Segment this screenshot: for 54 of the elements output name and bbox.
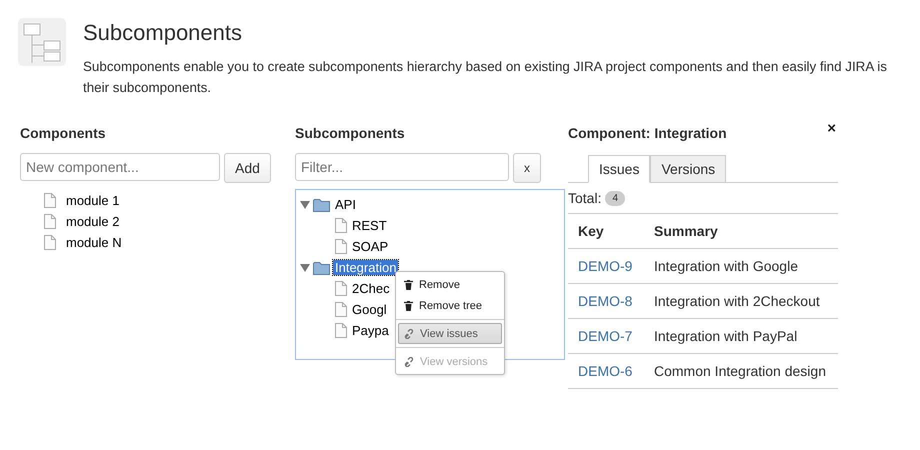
tab[interactable]: Versions	[650, 155, 726, 183]
clear-filter-button[interactable]: x	[513, 153, 541, 183]
tree-item[interactable]: Paypa	[350, 323, 391, 338]
issue-key-link[interactable]: DEMO-6	[568, 363, 644, 379]
filter-field[interactable]: Filter...	[295, 153, 509, 181]
file-icon	[335, 323, 347, 338]
file-icon	[335, 218, 347, 233]
file-icon	[335, 281, 347, 296]
section-heading: Subcomponents	[295, 124, 406, 142]
expand-caret-icon[interactable]	[300, 200, 310, 210]
file-icon	[335, 239, 347, 254]
new-component-field[interactable]: New component...	[20, 153, 220, 181]
trash-icon	[404, 280, 413, 290]
component-item[interactable]: module 2	[64, 214, 122, 228]
folder-icon	[313, 198, 330, 212]
file-icon	[44, 214, 56, 228]
issue-key-link[interactable]: DEMO-7	[568, 328, 644, 344]
close-button[interactable]: ×	[827, 120, 836, 137]
component-item[interactable]: module 1	[64, 192, 122, 208]
menu-item[interactable]: View issues	[398, 323, 502, 344]
issue-summary: Common Integration design	[653, 363, 826, 379]
menu-item[interactable]: Remove tree	[398, 295, 502, 316]
file-icon	[335, 302, 347, 317]
trash-icon	[404, 300, 413, 310]
total-label: Total:	[568, 190, 602, 206]
hierarchy-logo-icon	[18, 18, 66, 66]
tree-item[interactable]: SOAP	[350, 239, 390, 254]
tree-item[interactable]: Googl	[350, 302, 389, 317]
expand-caret-icon[interactable]	[300, 262, 310, 272]
page-title: Subcomponents	[83, 20, 243, 46]
issue-key-link[interactable]: DEMO-8	[568, 293, 644, 309]
page-description: Subcomponents enable you to create subcomponents hierarchy based on existing JIRA project components and then easily find JIRA is their subcomponents.	[83, 58, 887, 97]
menu-item[interactable]: Remove	[398, 274, 502, 295]
column-header: Key	[577, 223, 605, 239]
tree-item[interactable]: Integration	[333, 260, 398, 275]
detail-heading: Component: Integration	[568, 124, 727, 142]
section-heading: Components	[20, 124, 107, 142]
tree-item[interactable]: API	[333, 197, 358, 212]
file-icon	[44, 192, 56, 208]
column-header: Summary	[653, 223, 718, 239]
issue-key-link[interactable]: DEMO-9	[568, 258, 644, 274]
link-icon	[404, 356, 414, 366]
component-item[interactable]: module N	[64, 234, 124, 250]
link-icon	[404, 328, 414, 338]
tree-item[interactable]: REST	[350, 218, 389, 233]
tree-item[interactable]: 2Chec	[350, 281, 392, 296]
file-icon	[44, 234, 56, 250]
issue-summary: Integration with PayPal	[653, 328, 798, 344]
add-button[interactable]: Add	[224, 153, 271, 183]
issue-summary: Integration with 2Checkout	[653, 293, 820, 309]
issue-summary: Integration with Google	[653, 258, 798, 274]
tab[interactable]: Issues	[588, 155, 650, 183]
total-count: 4	[605, 190, 626, 206]
folder-icon	[313, 260, 330, 274]
